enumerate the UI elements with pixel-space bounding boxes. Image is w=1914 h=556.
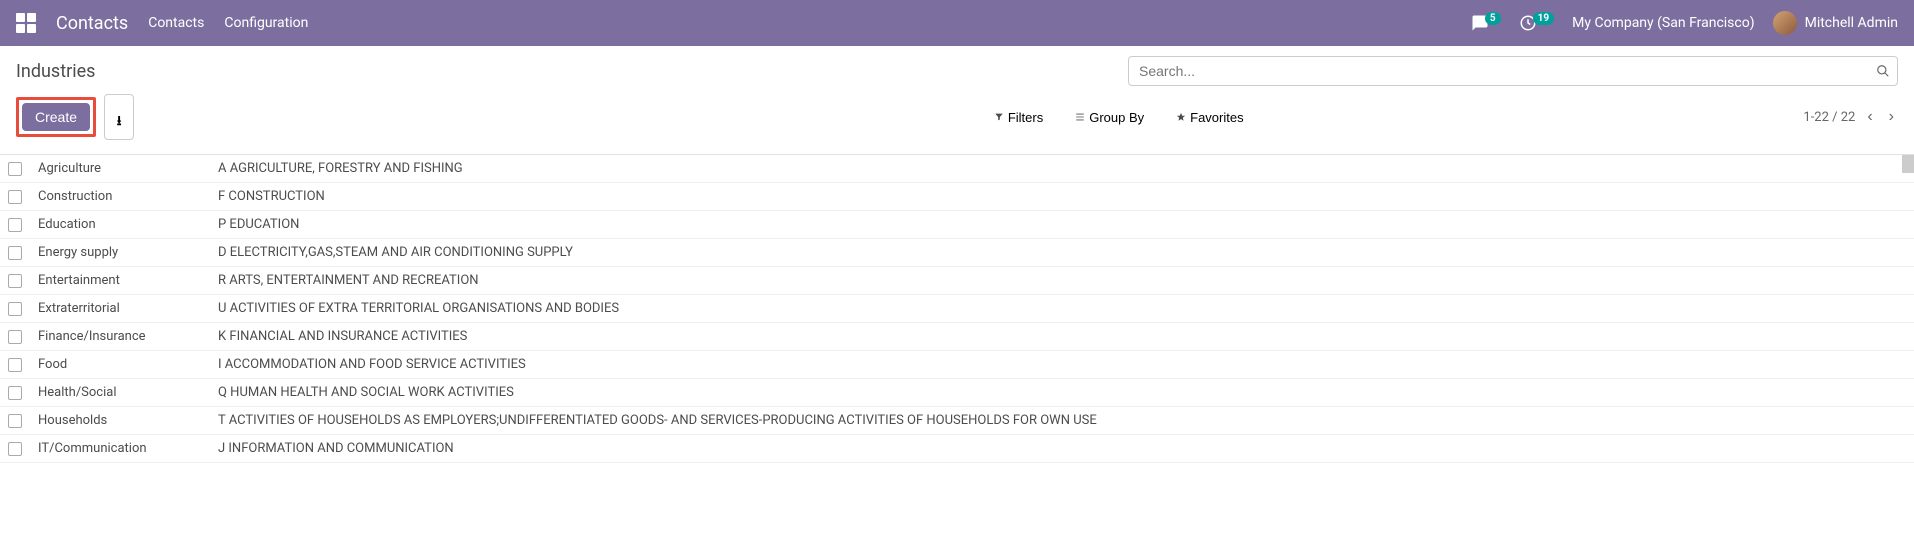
industry-full-name: R ARTS, ENTERTAINMENT AND RECREATION xyxy=(210,267,1914,295)
row-checkbox[interactable] xyxy=(8,386,22,400)
table-row[interactable]: IT/Communication J INFORMATION AND COMMU… xyxy=(0,435,1914,463)
nav-configuration[interactable]: Configuration xyxy=(224,15,308,31)
filters-button[interactable]: Filters xyxy=(986,106,1051,129)
activities-badge: 19 xyxy=(1533,12,1554,25)
industry-name: Education xyxy=(30,211,210,239)
industry-name: Finance/Insurance xyxy=(30,323,210,351)
row-checkbox[interactable] xyxy=(8,302,22,316)
industries-table: Agriculture A AGRICULTURE, FORESTRY AND … xyxy=(0,155,1914,463)
row-checkbox[interactable] xyxy=(8,246,22,260)
table-row[interactable]: Finance/Insurance K FINANCIAL AND INSURA… xyxy=(0,323,1914,351)
list-view: Agriculture A AGRICULTURE, FORESTRY AND … xyxy=(0,154,1914,463)
avatar xyxy=(1773,11,1797,35)
industry-name: Agriculture xyxy=(30,155,210,183)
industry-name: Extraterritorial xyxy=(30,295,210,323)
create-highlight: Create xyxy=(16,97,96,137)
row-checkbox[interactable] xyxy=(8,358,22,372)
search-input[interactable] xyxy=(1128,56,1898,86)
industry-full-name: J INFORMATION AND COMMUNICATION xyxy=(210,435,1914,463)
control-panel: Industries Create ⭳ Filters xyxy=(0,46,1914,150)
industry-name: Energy supply xyxy=(30,239,210,267)
nav-contacts[interactable]: Contacts xyxy=(148,15,204,31)
app-title[interactable]: Contacts xyxy=(56,13,128,34)
messages-badge: 5 xyxy=(1485,12,1501,25)
row-checkbox[interactable] xyxy=(8,414,22,428)
industry-name: Households xyxy=(30,407,210,435)
row-checkbox[interactable] xyxy=(8,190,22,204)
search-box xyxy=(1128,56,1898,86)
table-row[interactable]: Extraterritorial U ACTIVITIES OF EXTRA T… xyxy=(0,295,1914,323)
industry-name: Construction xyxy=(30,183,210,211)
row-checkbox[interactable] xyxy=(8,274,22,288)
row-checkbox[interactable] xyxy=(8,330,22,344)
table-row[interactable]: Education P EDUCATION xyxy=(0,211,1914,239)
filter-icon xyxy=(994,112,1004,122)
table-row[interactable]: Health/Social Q HUMAN HEALTH AND SOCIAL … xyxy=(0,379,1914,407)
download-icon xyxy=(113,100,125,112)
industry-full-name: D ELECTRICITY,GAS,STEAM AND AIR CONDITIO… xyxy=(210,239,1914,267)
pager-prev[interactable]: ‹ xyxy=(1863,104,1876,130)
user-menu[interactable]: Mitchell Admin xyxy=(1773,11,1898,35)
list-icon xyxy=(1075,112,1085,122)
industry-full-name: P EDUCATION xyxy=(210,211,1914,239)
row-checkbox[interactable] xyxy=(8,442,22,456)
industry-full-name: Q HUMAN HEALTH AND SOCIAL WORK ACTIVITIE… xyxy=(210,379,1914,407)
favorites-button[interactable]: Favorites xyxy=(1168,106,1251,129)
company-selector[interactable]: My Company (San Francisco) xyxy=(1572,15,1754,31)
industry-name: Health/Social xyxy=(30,379,210,407)
search-icon[interactable] xyxy=(1876,64,1890,78)
industry-name: Food xyxy=(30,351,210,379)
pager-range: 1-22 / 22 xyxy=(1803,110,1855,125)
industry-name: Entertainment xyxy=(30,267,210,295)
industry-full-name: U ACTIVITIES OF EXTRA TERRITORIAL ORGANI… xyxy=(210,295,1914,323)
table-row[interactable]: Energy supply D ELECTRICITY,GAS,STEAM AN… xyxy=(0,239,1914,267)
table-row[interactable]: Entertainment R ARTS, ENTERTAINMENT AND … xyxy=(0,267,1914,295)
industry-full-name: T ACTIVITIES OF HOUSEHOLDS AS EMPLOYERS;… xyxy=(210,407,1914,435)
scroll-indicator[interactable] xyxy=(1902,155,1914,173)
groupby-button[interactable]: Group By xyxy=(1067,106,1152,129)
industry-full-name: I ACCOMMODATION AND FOOD SERVICE ACTIVIT… xyxy=(210,351,1914,379)
industry-full-name: F CONSTRUCTION xyxy=(210,183,1914,211)
create-button[interactable]: Create xyxy=(22,103,90,131)
industry-full-name: A AGRICULTURE, FORESTRY AND FISHING xyxy=(210,155,1914,183)
industry-full-name: K FINANCIAL AND INSURANCE ACTIVITIES xyxy=(210,323,1914,351)
industry-name: IT/Communication xyxy=(30,435,210,463)
table-row[interactable]: Agriculture A AGRICULTURE, FORESTRY AND … xyxy=(0,155,1914,183)
breadcrumb: Industries xyxy=(16,61,95,82)
import-button[interactable]: ⭳ xyxy=(104,94,134,140)
pager-next[interactable]: › xyxy=(1885,104,1898,130)
apps-icon[interactable] xyxy=(16,13,36,33)
table-row[interactable]: Households T ACTIVITIES OF HOUSEHOLDS AS… xyxy=(0,407,1914,435)
row-checkbox[interactable] xyxy=(8,162,22,176)
activities-icon[interactable]: 19 xyxy=(1519,14,1554,32)
table-row[interactable]: Construction F CONSTRUCTION xyxy=(0,183,1914,211)
navbar: Contacts Contacts Configuration 5 19 My … xyxy=(0,0,1914,46)
table-row[interactable]: Food I ACCOMMODATION AND FOOD SERVICE AC… xyxy=(0,351,1914,379)
star-icon xyxy=(1176,112,1186,122)
row-checkbox[interactable] xyxy=(8,218,22,232)
messages-icon[interactable]: 5 xyxy=(1471,14,1501,32)
user-name: Mitchell Admin xyxy=(1805,15,1898,31)
